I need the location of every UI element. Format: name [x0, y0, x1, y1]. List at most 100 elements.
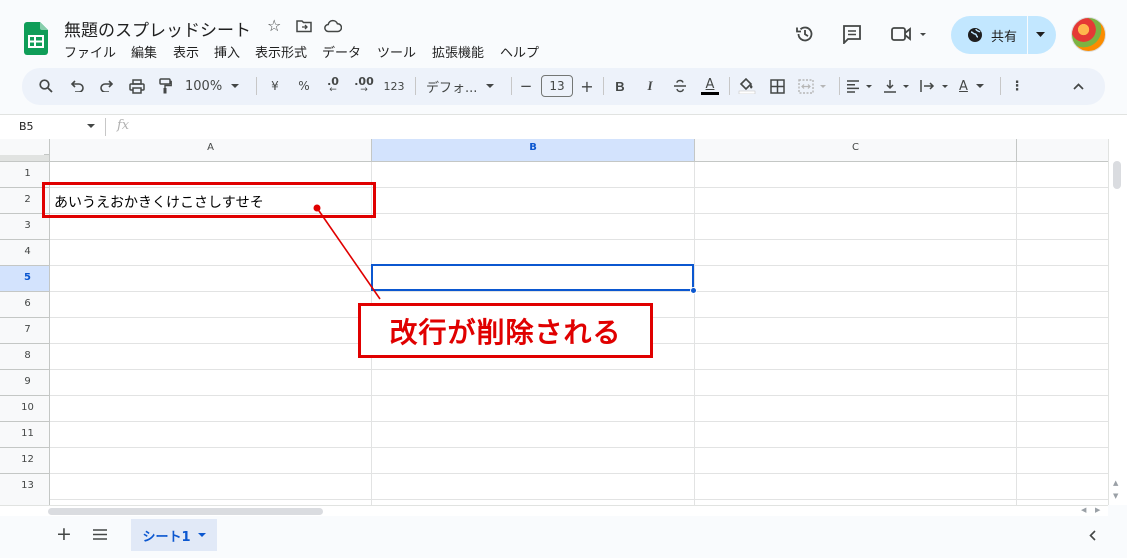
sheet-tab[interactable]: シート1	[131, 519, 217, 551]
sheet-tab-bar: + シート1	[0, 516, 1127, 558]
print-icon[interactable]	[127, 74, 147, 98]
menu-format[interactable]: 表示形式	[255, 42, 307, 61]
more-formats-button[interactable]: 123	[382, 74, 406, 98]
font-size-input[interactable]: 13	[541, 75, 573, 97]
horizontal-align-icon[interactable]	[845, 74, 877, 98]
arrow-right-icon: →	[360, 85, 368, 95]
row-header-9[interactable]: 9	[6, 376, 49, 387]
column-header-b[interactable]: B	[372, 142, 694, 153]
menu-extensions[interactable]: 拡張機能	[432, 42, 484, 61]
star-icon[interactable]: ☆	[267, 16, 281, 35]
add-sheet-icon[interactable]: +	[56, 523, 72, 545]
text-rotation-button[interactable]: A	[959, 74, 993, 98]
toolbar-divider	[511, 77, 512, 95]
toolbar-divider	[729, 77, 730, 95]
search-menus-icon[interactable]	[36, 74, 56, 98]
decrease-font-size-button[interactable]: −	[516, 74, 536, 98]
merge-cells-icon[interactable]	[797, 74, 831, 98]
zoom-select[interactable]: 100%	[185, 74, 247, 98]
menu-help[interactable]: ヘルプ	[500, 42, 539, 61]
row-header-12[interactable]: 12	[6, 454, 49, 465]
text-color-swatch	[701, 91, 719, 95]
vertical-align-icon[interactable]	[882, 74, 914, 98]
annotation-callout: 改行が削除される	[358, 303, 653, 358]
toolbar-divider	[603, 77, 604, 95]
fill-color-icon[interactable]	[736, 74, 758, 98]
row-header-11[interactable]: 11	[6, 428, 49, 439]
globe-icon	[967, 27, 983, 43]
row-header-10[interactable]: 10	[6, 402, 49, 413]
scroll-down-icon[interactable]: ▼	[1113, 492, 1118, 500]
move-folder-icon[interactable]	[296, 19, 312, 33]
menu-insert[interactable]: 挿入	[214, 42, 240, 61]
fx-icon: fx	[117, 118, 130, 133]
row-header-8[interactable]: 8	[6, 350, 49, 361]
text-color-label: A	[705, 76, 715, 92]
share-dropdown-icon[interactable]	[1036, 32, 1045, 37]
more-options-icon[interactable]: ⋮	[1007, 74, 1027, 98]
avatar[interactable]	[1071, 17, 1106, 52]
formula-divider	[105, 118, 106, 136]
chevron-down-icon	[231, 84, 240, 88]
toolbar-divider	[256, 77, 257, 95]
sheet-tab-label: シート1	[142, 529, 191, 545]
redo-icon[interactable]	[97, 74, 117, 98]
comments-icon[interactable]	[842, 24, 862, 44]
row-header-3[interactable]: 3	[6, 220, 49, 231]
borders-icon[interactable]	[767, 74, 787, 98]
decrease-decimal-button[interactable]: .0 ←	[320, 74, 346, 98]
horizontal-scrollbar[interactable]: ◀ ▶	[0, 505, 1108, 516]
chevron-down-icon	[197, 533, 206, 537]
document-title[interactable]: 無題のスプレッドシート	[64, 16, 251, 41]
menu-view[interactable]: 表示	[173, 42, 199, 61]
vertical-scrollbar[interactable]: ▲ ▼	[1108, 139, 1127, 505]
menu-data[interactable]: データ	[322, 42, 361, 61]
row-header-7[interactable]: 7	[6, 324, 49, 335]
menu-edit[interactable]: 編集	[131, 42, 157, 61]
annotation-text: 改行が削除される	[389, 315, 622, 349]
row-header-4[interactable]: 4	[6, 246, 49, 257]
scroll-right-icon[interactable]: ▶	[1095, 506, 1100, 514]
column-header-a[interactable]: A	[50, 142, 371, 153]
explore-collapse-icon[interactable]	[1089, 530, 1096, 541]
vertical-scrollbar-thumb[interactable]	[1113, 161, 1121, 189]
chevron-down-icon[interactable]	[87, 124, 95, 128]
font-select[interactable]: デフォ...	[426, 74, 501, 98]
italic-button[interactable]: I	[640, 74, 660, 98]
scroll-up-icon[interactable]: ▲	[1113, 479, 1118, 487]
bold-button[interactable]: B	[610, 74, 630, 98]
increase-decimal-button[interactable]: .00 →	[350, 74, 378, 98]
font-value: デフォ...	[426, 80, 478, 96]
share-label: 共有	[991, 30, 1018, 45]
row-header-13[interactable]: 13	[6, 480, 49, 491]
percent-button[interactable]: %	[294, 74, 314, 98]
cell-b5[interactable]	[371, 264, 694, 291]
cloud-status-icon[interactable]	[324, 19, 342, 33]
horizontal-scrollbar-thumb[interactable]	[48, 508, 323, 515]
currency-button[interactable]: ¥	[265, 74, 285, 98]
paint-format-icon[interactable]	[155, 74, 175, 98]
share-divider	[1027, 16, 1028, 54]
share-button[interactable]: 共有	[951, 16, 1056, 54]
all-sheets-icon[interactable]	[93, 529, 107, 540]
sheets-logo-icon[interactable]	[24, 22, 48, 55]
formula-input[interactable]	[140, 118, 1100, 136]
zoom-value: 100%	[185, 78, 223, 94]
menu-file[interactable]: ファイル	[64, 42, 116, 61]
version-history-icon[interactable]	[795, 24, 815, 44]
meet-video-icon[interactable]	[891, 25, 929, 43]
text-wrapping-icon[interactable]	[919, 74, 953, 98]
strikethrough-icon[interactable]	[670, 74, 690, 98]
name-box[interactable]: B5	[19, 120, 34, 133]
fill-handle[interactable]	[690, 287, 697, 294]
text-color-button[interactable]: A	[699, 74, 721, 98]
scroll-left-icon[interactable]: ◀	[1081, 506, 1086, 514]
row-header-6[interactable]: 6	[6, 298, 49, 309]
menu-tools[interactable]: ツール	[377, 42, 416, 61]
row-header-1[interactable]: 1	[6, 168, 49, 179]
increase-font-size-button[interactable]: +	[577, 74, 597, 98]
row-header-5[interactable]: 5	[6, 272, 49, 283]
undo-icon[interactable]	[67, 74, 87, 98]
column-header-c[interactable]: C	[695, 142, 1016, 153]
collapse-menus-icon[interactable]	[1068, 74, 1088, 98]
